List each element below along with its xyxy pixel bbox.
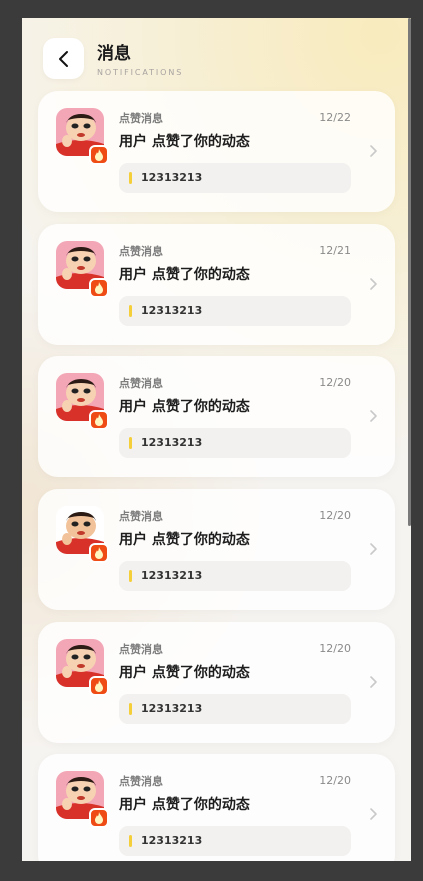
quoted-post[interactable]: 12313213 bbox=[119, 428, 351, 458]
notification-date: 12/20 bbox=[319, 642, 351, 655]
quote-accent-bar bbox=[129, 305, 132, 317]
quoted-post-text: 12313213 bbox=[141, 702, 203, 715]
notification-card[interactable]: 点赞消息 12/20 用户 点赞了你的动态 12313213 bbox=[38, 356, 395, 477]
quoted-post-text: 12313213 bbox=[141, 834, 203, 847]
page-header: 消息 NOTIFICATIONS bbox=[43, 38, 383, 80]
notification-message: 用户 点赞了你的动态 bbox=[119, 134, 250, 150]
notification-type: 点赞消息 bbox=[119, 245, 163, 258]
notifications-screen: 消息 NOTIFICATIONS 点赞消息 12/22 用户 点赞了你的动态 1… bbox=[22, 18, 411, 861]
fire-badge bbox=[89, 676, 109, 696]
notification-type: 点赞消息 bbox=[119, 510, 163, 523]
fire-icon bbox=[95, 547, 103, 559]
notification-message: 用户 点赞了你的动态 bbox=[119, 399, 250, 415]
quoted-post[interactable]: 12313213 bbox=[119, 163, 351, 193]
notification-card[interactable]: 点赞消息 12/20 用户 点赞了你的动态 12313213 bbox=[38, 489, 395, 610]
fire-badge bbox=[89, 808, 109, 828]
fire-icon bbox=[95, 680, 103, 692]
chevron-right-icon bbox=[370, 145, 377, 157]
quote-accent-bar bbox=[129, 703, 132, 715]
quoted-post[interactable]: 12313213 bbox=[119, 826, 351, 856]
notification-message: 用户 点赞了你的动态 bbox=[119, 797, 250, 813]
chevron-right-icon bbox=[370, 676, 377, 688]
quote-accent-bar bbox=[129, 570, 132, 582]
notification-type: 点赞消息 bbox=[119, 643, 163, 656]
fire-badge bbox=[89, 410, 109, 430]
fire-badge bbox=[89, 278, 109, 298]
fire-icon bbox=[95, 282, 103, 294]
notification-card[interactable]: 点赞消息 12/20 用户 点赞了你的动态 12313213 bbox=[38, 754, 395, 861]
chevron-right-icon bbox=[370, 808, 377, 820]
notification-type: 点赞消息 bbox=[119, 775, 163, 788]
quoted-post[interactable]: 12313213 bbox=[119, 561, 351, 591]
quoted-post-text: 12313213 bbox=[141, 569, 203, 582]
chevron-right-icon bbox=[370, 278, 377, 290]
quote-accent-bar bbox=[129, 172, 132, 184]
scrollbar[interactable] bbox=[408, 18, 411, 526]
notification-date: 12/20 bbox=[319, 774, 351, 787]
fire-badge bbox=[89, 145, 109, 165]
fire-icon bbox=[95, 414, 103, 426]
back-button[interactable] bbox=[43, 38, 84, 79]
notification-card[interactable]: 点赞消息 12/21 用户 点赞了你的动态 12313213 bbox=[38, 224, 395, 345]
notification-message: 用户 点赞了你的动态 bbox=[119, 665, 250, 681]
quoted-post[interactable]: 12313213 bbox=[119, 296, 351, 326]
quote-accent-bar bbox=[129, 437, 132, 449]
fire-icon bbox=[95, 812, 103, 824]
chevron-right-icon bbox=[370, 410, 377, 422]
notification-date: 12/22 bbox=[319, 111, 351, 124]
quoted-post-text: 12313213 bbox=[141, 171, 203, 184]
notification-card[interactable]: 点赞消息 12/22 用户 点赞了你的动态 12313213 bbox=[38, 91, 395, 212]
page-title: 消息 bbox=[97, 44, 131, 64]
quoted-post-text: 12313213 bbox=[141, 436, 203, 449]
notification-date: 12/21 bbox=[319, 244, 351, 257]
chevron-right-icon bbox=[370, 543, 377, 555]
chevron-left-icon bbox=[58, 50, 68, 67]
fire-badge bbox=[89, 543, 109, 563]
notification-type: 点赞消息 bbox=[119, 112, 163, 125]
notification-message: 用户 点赞了你的动态 bbox=[119, 532, 250, 548]
quote-accent-bar bbox=[129, 835, 132, 847]
notification-type: 点赞消息 bbox=[119, 377, 163, 390]
notification-message: 用户 点赞了你的动态 bbox=[119, 267, 250, 283]
quoted-post-text: 12313213 bbox=[141, 304, 203, 317]
notification-card[interactable]: 点赞消息 12/20 用户 点赞了你的动态 12313213 bbox=[38, 622, 395, 743]
notification-date: 12/20 bbox=[319, 509, 351, 522]
notification-date: 12/20 bbox=[319, 376, 351, 389]
fire-icon bbox=[95, 149, 103, 161]
quoted-post[interactable]: 12313213 bbox=[119, 694, 351, 724]
page-subtitle: NOTIFICATIONS bbox=[97, 68, 184, 77]
